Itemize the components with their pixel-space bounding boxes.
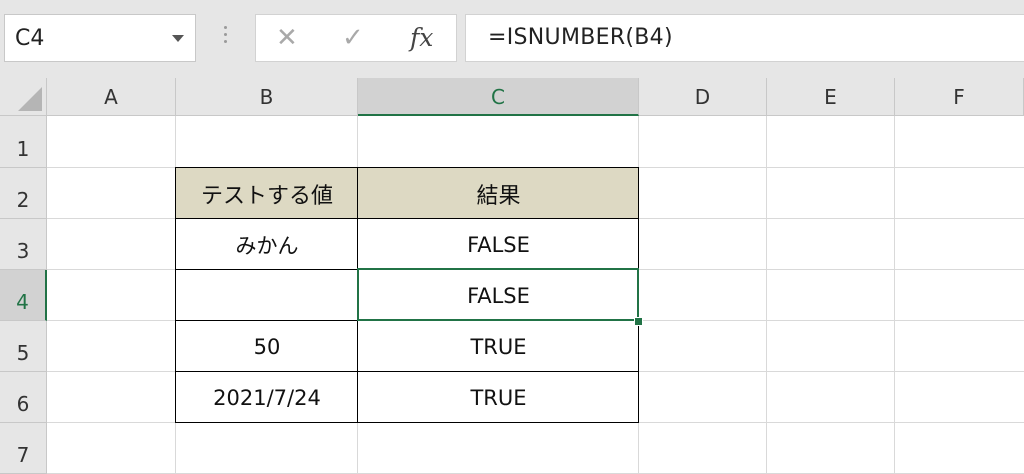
- enter-icon[interactable]: ✓: [342, 23, 364, 53]
- cancel-icon[interactable]: ✕: [276, 23, 298, 53]
- row-header-1[interactable]: 1: [0, 116, 47, 168]
- row-header-3[interactable]: 3: [0, 219, 47, 270]
- column-header-c[interactable]: C: [358, 78, 639, 116]
- cell-b2[interactable]: テストする値: [176, 168, 358, 219]
- column-header-d[interactable]: D: [639, 78, 767, 116]
- cell-b4[interactable]: [176, 270, 358, 321]
- row-number: 2: [16, 188, 30, 212]
- name-box-value: C4: [15, 26, 45, 51]
- row-number: 7: [16, 443, 30, 467]
- row-number: 3: [16, 239, 30, 263]
- column-header-b[interactable]: B: [176, 78, 358, 116]
- cell-c3[interactable]: FALSE: [358, 219, 639, 270]
- column-header-f[interactable]: F: [895, 78, 1024, 116]
- formula-input[interactable]: =ISNUMBER(B4): [465, 14, 1024, 62]
- drag-handle-icon[interactable]: [224, 26, 227, 47]
- row-number: 5: [16, 341, 30, 365]
- row-header-5[interactable]: 5: [0, 321, 47, 372]
- formula-bar-area: C4 ✕ ✓ fx =ISNUMBER(B4): [0, 0, 1024, 78]
- cell-c2[interactable]: 結果: [358, 168, 639, 219]
- row-header-4[interactable]: 4: [0, 270, 47, 321]
- row-number: 4: [16, 290, 29, 314]
- cell-c5[interactable]: TRUE: [358, 321, 639, 372]
- cell-b5[interactable]: 50: [176, 321, 358, 372]
- row-header-7[interactable]: 7: [0, 423, 47, 474]
- row-number: 6: [16, 392, 30, 416]
- name-box[interactable]: C4: [4, 14, 196, 62]
- cell-b3[interactable]: みかん: [176, 219, 358, 270]
- table-divider: [175, 371, 639, 372]
- column-header-e[interactable]: E: [767, 78, 895, 116]
- row-header-6[interactable]: 6: [0, 372, 47, 423]
- formula-buttons: ✕ ✓ fx: [255, 14, 457, 62]
- cell-c6[interactable]: TRUE: [358, 372, 639, 423]
- row-number: 1: [16, 137, 30, 161]
- table-divider: [175, 218, 639, 219]
- select-all-icon: [18, 87, 42, 111]
- fill-handle[interactable]: [634, 317, 643, 326]
- formula-text: =ISNUMBER(B4): [488, 25, 673, 50]
- column-header-a[interactable]: A: [47, 78, 176, 116]
- active-cell-outline: [357, 268, 639, 321]
- insert-function-icon[interactable]: fx: [410, 23, 433, 53]
- select-all-button[interactable]: [0, 78, 47, 116]
- row-header-2[interactable]: 2: [0, 168, 47, 219]
- cell-b6[interactable]: 2021/7/24: [176, 372, 358, 423]
- chevron-down-icon[interactable]: [172, 35, 184, 42]
